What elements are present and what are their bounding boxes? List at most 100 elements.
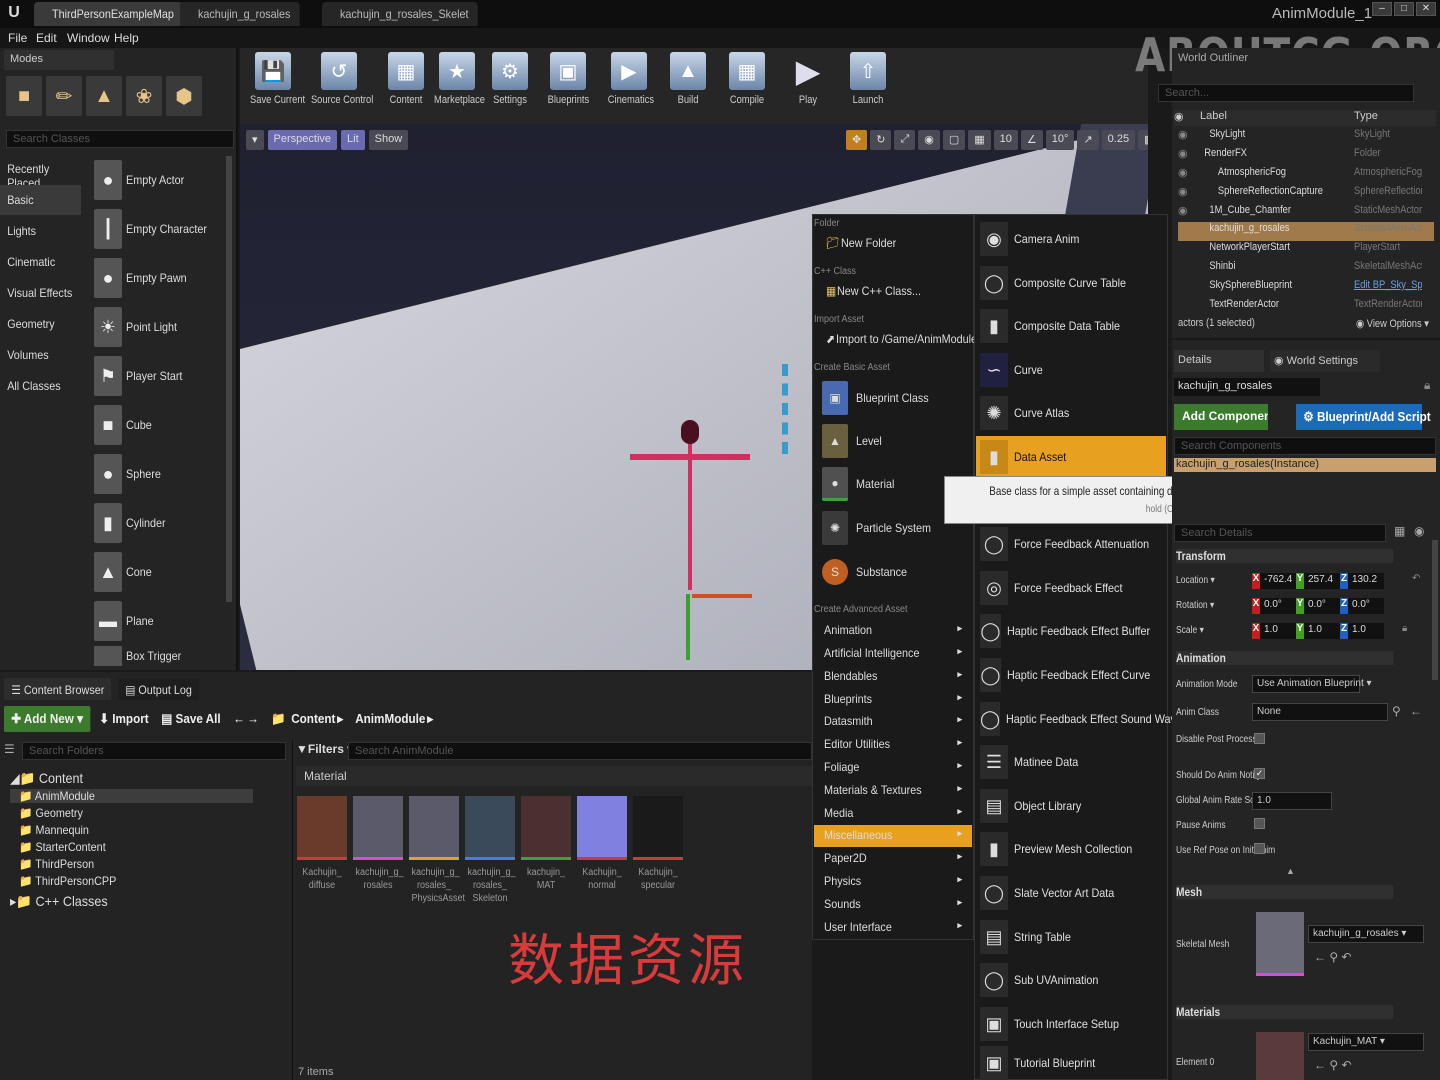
view-options-button[interactable]: ◉ View Options ▾ [1356,317,1429,330]
asset-tile[interactable]: kachujin_g_ rosales [353,796,404,892]
asset-tile[interactable]: Kachujin_ specular [633,796,683,892]
submenu-paper2d[interactable]: Paper2D ▸ [814,848,972,870]
blueprints-button[interactable]: ▣ Blueprints [544,52,592,112]
submenu-miscellaneous[interactable]: Miscellaneous ▸ [814,825,972,847]
use-selected-icon[interactable]: ← [1410,704,1422,718]
save-all-button[interactable]: ▤ Save All [154,706,228,732]
component-instance-row[interactable]: kachujin_g_rosales(Instance) [1174,458,1436,472]
gizmo-x-axis[interactable] [692,594,752,598]
outliner-row[interactable]: SkySphereBlueprint Edit BP_Sky_Sph [1178,279,1434,298]
place-item[interactable]: ● Sphere [94,450,224,498]
search-components-input[interactable]: Search Components [1174,437,1436,455]
misc-item-ff-effect[interactable]: ◎ Force Feedback Effect [976,567,1166,609]
section-animation[interactable]: Animation [1176,651,1394,665]
grid-snap-icon[interactable]: ▦ [968,130,991,150]
location-z[interactable]: 130.2 [1348,573,1384,589]
geometry-mode-icon[interactable]: ⬢ [166,76,202,116]
misc-item-haptic-buffer[interactable]: ◯ Haptic Feedback Effect Buffer [976,610,1166,652]
material-thumbnail[interactable] [1256,1032,1304,1080]
col-type[interactable]: Type [1354,110,1378,122]
perspective-button[interactable]: Perspective [267,130,338,150]
minimize-icon[interactable]: – [1372,2,1392,16]
search-folders-input[interactable]: Search Folders [22,742,286,760]
misc-item-matinee-data[interactable]: ☰ Matinee Data [976,741,1166,783]
tab-level[interactable]: ThirdPersonExampleMap [34,2,183,26]
content-button[interactable]: ▦ Content [386,52,426,112]
import-button[interactable]: ⬇ Import [92,706,156,732]
lock-icon[interactable]: 🔒︎ [1424,378,1430,393]
menu-window[interactable]: Window [67,31,110,45]
asset-tile[interactable]: kachujin_g_ rosales_ Skeleton [465,796,516,905]
close-icon[interactable]: ✕ [1416,2,1436,16]
menu-edit[interactable]: Edit [36,31,57,45]
eye-icon[interactable]: ◉ [1178,166,1189,185]
place-item[interactable]: ■ Cube [94,401,224,449]
place-item[interactable]: ⚑ Player Start [94,352,224,400]
section-transform[interactable]: Transform [1176,549,1394,563]
cat-lights[interactable]: Lights [0,216,81,246]
misc-item-haptic-soundwave[interactable]: ◯ Haptic Feedback Effect Sound Wave [976,698,1182,740]
history-forward-icon[interactable]: → [240,706,266,732]
world-icon[interactable]: ◉ [918,130,940,150]
place-item[interactable]: ▲ Cone [94,548,224,596]
submenu-foliage[interactable]: Foliage ▸ [814,757,972,779]
submenu-physics[interactable]: Physics ▸ [814,871,972,893]
actor-name-field[interactable]: kachujin_g_rosales [1174,378,1320,396]
translate-icon[interactable]: ✥ [846,130,868,150]
rotation-z[interactable]: 0.0° [1348,598,1384,614]
menu-item-blueprint-class[interactable]: ▣ Blueprint Class [822,378,937,418]
add-new-button[interactable]: ✚ Add New ▾ [4,706,91,732]
surface-snap-icon[interactable]: ▢ [942,130,966,150]
cat-all-classes[interactable]: All Classes [0,371,81,401]
material-dropdown[interactable]: Kachujin_MAT ▾ [1308,1033,1424,1051]
reset-icon[interactable]: ↶ [1412,573,1420,584]
misc-item-touch-interface[interactable]: ▣ Touch Interface Setup [976,1003,1166,1045]
add-component-button[interactable]: Add Component ▾ [1174,404,1268,430]
show-button[interactable]: Show [368,130,409,150]
sources-toggle-icon[interactable]: ☰ [4,742,22,760]
submenu-sounds[interactable]: Sounds ▸ [814,894,972,916]
misc-item-tutorial-blueprint[interactable]: ▣ Tutorial Blueprint [976,1046,1166,1080]
scale-snap-value[interactable]: 0.25 [1101,130,1136,150]
pause-anims-checkbox[interactable] [1254,818,1265,829]
scale-icon[interactable]: ⤢ [894,130,916,150]
asset-tile[interactable]: kachujin_g_ rosales_ PhysicsAsset [409,796,465,905]
source-control-button[interactable]: ↺ Source Control [306,52,373,112]
menu-help[interactable]: Help [114,31,139,45]
misc-item-composite-data-table[interactable]: ▮ Composite Data Table [976,305,1166,347]
section-materials[interactable]: Materials [1176,1005,1394,1019]
section-mesh[interactable]: Mesh [1176,885,1394,899]
misc-item-string-table[interactable]: ▤ String Table [976,916,1166,958]
place-item[interactable]: ● Empty Pawn [94,254,224,302]
outliner-row[interactable]: ◉ SkyLight SkyLight [1178,128,1434,147]
eye-icon[interactable]: ◉ [1178,128,1189,147]
outliner-row-selected[interactable]: kachujin_g_rosales SkeletalMeshActo [1178,222,1434,241]
menu-file[interactable]: File [8,31,27,45]
paint-mode-icon[interactable]: ✏ [46,76,82,116]
rotate-icon[interactable]: ↻ [870,130,892,150]
launch-button[interactable]: ⇧ Launch [848,52,888,112]
misc-item-ff-attenuation[interactable]: ◯ Force Feedback Attenuation [976,523,1166,565]
asset-actions-icons[interactable]: ← ⚲ ↶ [1314,950,1352,964]
outliner-row[interactable]: ◉ RenderFX Folder [1178,147,1434,166]
location-x[interactable]: -762.4 [1260,573,1296,589]
place-item[interactable]: ▮ Cylinder [94,499,224,547]
anim-mode-dropdown[interactable]: Use Animation Blueprint ▾ [1252,675,1372,693]
scale-z[interactable]: 1.0 [1348,623,1384,639]
character-mesh[interactable] [688,420,692,590]
submenu-media[interactable]: Media ▸ [814,803,972,825]
play-button[interactable]: ▶ Play [790,52,826,112]
lit-button[interactable]: Lit [341,130,365,150]
post-process-checkbox[interactable] [1254,733,1265,744]
outliner-row[interactable]: Shinbi SkeletalMeshActo [1178,260,1434,279]
cat-recently-placed[interactable]: Recently Placed [0,154,81,190]
anim-class-dropdown[interactable]: None [1252,703,1388,721]
asset-tile[interactable]: Kachujin_ diffuse [297,796,347,892]
submenu-user-interface[interactable]: User Interface ▸ [814,917,972,939]
misc-item-sub-uv[interactable]: ◯ Sub UVAnimation [976,959,1166,1001]
outliner-row[interactable]: TextRenderActor TextRenderActor [1178,298,1434,310]
filters-button[interactable]: ▼Filters ▾ [296,742,353,756]
outliner-row[interactable]: ◉SphereReflectionCaptureSphereReflection… [1178,185,1434,204]
new-folder-item[interactable]: 📁︎ New Folder [826,232,903,254]
search-assets-input[interactable]: Search AnimModule [348,742,812,760]
